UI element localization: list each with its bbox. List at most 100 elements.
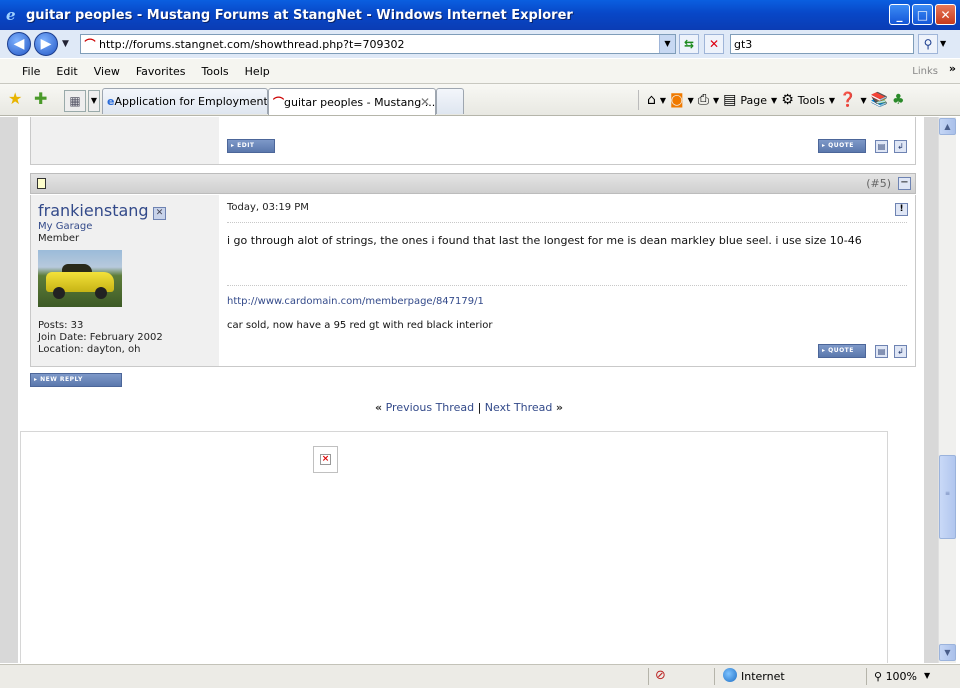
broken-image: × xyxy=(313,446,338,473)
home-dropdown[interactable]: ▼ xyxy=(660,96,666,105)
feeds-dropdown[interactable]: ▼ xyxy=(688,96,694,105)
tab-guitar-peoples[interactable]: ⌒ guitar peoples - Mustang ... ✕ xyxy=(268,88,436,115)
report-post-icon[interactable]: ! xyxy=(895,203,908,216)
tab-label: guitar peoples - Mustang ... xyxy=(284,95,436,109)
stop-button[interactable]: ✕ xyxy=(704,34,724,54)
page-menu-button[interactable]: Page xyxy=(740,94,767,107)
quick-tabs-button[interactable]: ▦ xyxy=(64,90,86,112)
divider xyxy=(227,222,907,223)
user-offline-icon: ✕ xyxy=(153,207,166,220)
user-join-date: Join Date: February 2002 xyxy=(38,332,163,343)
menu-edit[interactable]: Edit xyxy=(56,65,77,78)
signature-text: car sold, now have a 95 red gt with red … xyxy=(227,320,493,331)
recent-pages-dropdown[interactable]: ▼ xyxy=(62,39,69,49)
search-input[interactable] xyxy=(734,37,904,51)
post-5-header: (#5) − xyxy=(30,173,916,194)
new-reply-button[interactable]: ▸ NEW REPLY xyxy=(30,373,122,387)
tab-bar: ★ ✚ ▦ ▼ e Application for Employment ⌒ g… xyxy=(0,84,960,116)
quote-button[interactable]: ▸ QUOTE xyxy=(818,139,866,153)
help-dropdown[interactable]: ▼ xyxy=(860,96,866,105)
research-icon[interactable]: 📚 xyxy=(871,92,888,108)
broken-image-icon: × xyxy=(320,454,331,465)
links-toolbar[interactable]: Links xyxy=(912,66,938,77)
forward-button[interactable]: ▶ xyxy=(34,32,58,56)
next-thread-link[interactable]: Next Thread xyxy=(485,401,553,414)
site-favicon-icon: ⌒ xyxy=(84,38,96,51)
scroll-up-icon[interactable]: ▲ xyxy=(939,118,956,135)
divider xyxy=(638,90,639,110)
quick-reply-icon[interactable]: ↲ xyxy=(894,140,907,153)
quick-reply-icon[interactable]: ↲ xyxy=(894,345,907,358)
messenger-icon[interactable]: ♣ xyxy=(892,92,905,108)
menu-file[interactable]: File xyxy=(22,65,40,78)
menu-favorites[interactable]: Favorites xyxy=(136,65,186,78)
minimize-button[interactable]: _ xyxy=(889,4,910,25)
tab-application[interactable]: e Application for Employment xyxy=(102,88,268,114)
zoom-dropdown[interactable]: ▼ xyxy=(924,671,930,680)
tab-list-dropdown[interactable]: ▼ xyxy=(88,90,100,112)
post-5: frankienstang ✕ My Garage Member Posts: … xyxy=(30,195,916,367)
new-tab-button[interactable] xyxy=(436,88,464,114)
chevron-right-icon[interactable]: » xyxy=(949,62,956,75)
page-dropdown[interactable]: ▼ xyxy=(771,96,777,105)
previous-thread-link[interactable]: Previous Thread xyxy=(386,401,474,414)
multiquote-icon[interactable]: ▤ xyxy=(875,140,888,153)
zoom-level[interactable]: ⚲ 100% xyxy=(874,670,917,683)
address-input[interactable] xyxy=(99,37,659,51)
tools-menu-button[interactable]: Tools xyxy=(798,94,825,107)
post-message: i go through alot of strings, the ones i… xyxy=(227,234,862,247)
back-button[interactable]: ◀ xyxy=(7,32,31,56)
post-4: ▸ EDIT ▸ QUOTE ▤ ↲ xyxy=(30,117,916,165)
page-icon: ▤ xyxy=(723,92,737,108)
post-5-userinfo: frankienstang ✕ My Garage Member Posts: … xyxy=(31,195,219,366)
forward-arrow-icon: ▶ xyxy=(40,36,52,52)
scroll-down-icon[interactable]: ▼ xyxy=(939,644,956,661)
print-dropdown[interactable]: ▼ xyxy=(713,96,719,105)
vertical-scrollbar[interactable]: ▲ ≡ ▼ xyxy=(938,117,956,663)
maximize-button[interactable]: □ xyxy=(912,4,933,25)
refresh-button[interactable]: ⇆ xyxy=(679,34,699,54)
search-options-dropdown[interactable]: ▼ xyxy=(940,39,946,48)
menu-bar: File Edit View Favorites Tools Help Link… xyxy=(0,58,960,84)
address-field[interactable]: ⌒ ▼ xyxy=(80,34,676,54)
my-garage-link[interactable]: My Garage xyxy=(38,221,92,232)
gear-icon: ⚙ xyxy=(781,92,794,108)
post-date: Today, 03:19 PM xyxy=(227,202,309,213)
close-tab-icon[interactable]: ✕ xyxy=(420,95,430,109)
address-dropdown-icon[interactable]: ▼ xyxy=(659,35,675,53)
security-zone[interactable]: Internet xyxy=(741,670,785,683)
user-rank: Member xyxy=(38,233,80,244)
signature-link[interactable]: http://www.cardomain.com/memberpage/8471… xyxy=(227,296,484,307)
title-bar: e guitar peoples - Mustang Forums at Sta… xyxy=(0,0,960,30)
home-icon[interactable]: ⌂ xyxy=(647,92,656,108)
avatar[interactable] xyxy=(38,250,122,307)
command-bar: ⌂ ▼ ◙ ▼ ⎙ ▼ ▤ Page ▼ ⚙ Tools ▼ ❓ ▼ 📚 ♣ xyxy=(634,84,905,116)
add-favorite-icon[interactable]: ✚ xyxy=(34,89,47,108)
tools-dropdown[interactable]: ▼ xyxy=(829,96,835,105)
menu-view[interactable]: View xyxy=(94,65,120,78)
ie-page-icon: e xyxy=(107,95,115,108)
scroll-thumb[interactable]: ≡ xyxy=(939,455,956,539)
help-icon[interactable]: ❓ xyxy=(839,92,856,108)
privacy-icon[interactable]: ⊘ xyxy=(655,668,666,683)
user-posts: Posts: 33 xyxy=(38,320,84,331)
status-bar: ⊘ Internet ⚲ 100% ▼ xyxy=(0,664,960,688)
favorites-star-icon[interactable]: ★ xyxy=(8,89,22,108)
quote-button[interactable]: ▸ QUOTE xyxy=(818,344,866,358)
edit-button[interactable]: ▸ EDIT xyxy=(227,139,275,153)
search-icon: ⚲ xyxy=(923,37,933,51)
multiquote-icon[interactable]: ▤ xyxy=(875,345,888,358)
post-number-link[interactable]: (#5) xyxy=(866,177,891,190)
user-location: Location: dayton, oh xyxy=(38,344,141,355)
site-favicon-icon: ⌒ xyxy=(273,96,284,109)
print-icon[interactable]: ⎙ xyxy=(698,92,709,108)
menu-tools[interactable]: Tools xyxy=(202,65,229,78)
username-link[interactable]: frankienstang xyxy=(38,201,149,220)
menu-help[interactable]: Help xyxy=(245,65,270,78)
page-content: ▸ EDIT ▸ QUOTE ▤ ↲ (#5) − frankienstang … xyxy=(0,117,938,663)
close-button[interactable]: ✕ xyxy=(935,4,956,25)
search-button[interactable]: ⚲ xyxy=(918,34,938,54)
collapse-icon[interactable]: − xyxy=(898,177,911,190)
feeds-icon[interactable]: ◙ xyxy=(670,92,684,108)
search-field[interactable] xyxy=(730,34,914,54)
